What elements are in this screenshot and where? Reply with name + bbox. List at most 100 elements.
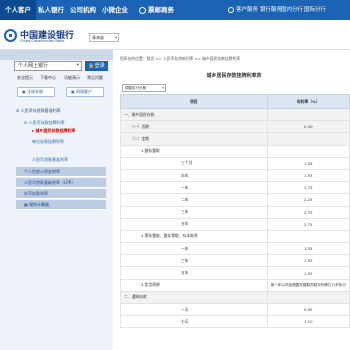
menu-lpr[interactable]: 人民币贷款基础利率（LPR）	[16, 178, 106, 188]
row-item-cell: 半年	[120, 168, 268, 183]
table-row: 1.整存整取	[120, 144, 350, 158]
row-item-cell: 一、城乡居民存款	[120, 107, 268, 122]
table-row: 半年 1.55	[120, 168, 350, 183]
ticket-icon	[139, 6, 146, 14]
row-rate-cell	[266, 290, 350, 305]
ccb-logo-icon[interactable]	[4, 29, 17, 42]
row-rate-cell	[266, 132, 350, 146]
register-button[interactable]: ▣ 注册关联	[17, 87, 55, 97]
nav-business-ticket-label: 票邮商务	[148, 6, 174, 14]
row-item-cell: 2.零存整取、整存零取、存本取息	[120, 229, 268, 244]
login-button[interactable]: 🔒登录	[85, 61, 108, 71]
nav-bank-service[interactable]: 银行服务	[260, 0, 282, 20]
row-item-cell: 五年	[120, 217, 268, 231]
register-label: 注册关联	[27, 89, 44, 94]
nav-international-branch[interactable]: 国际分行	[304, 0, 326, 20]
download-center-link[interactable]: 下载中心	[40, 75, 56, 81]
row-item-cell: 三个月	[120, 156, 268, 170]
adjust-date-select[interactable]: 调整执行日期	[122, 84, 166, 92]
table-row: 一、城乡居民存款	[120, 107, 350, 122]
nav-customer-service-label: 客户服务	[236, 7, 259, 13]
breadcrumb: 您所在的位置：首页 >> 人民币存贷款利率 >> 城乡居民存款挂牌利率	[120, 56, 241, 61]
menu-deposit-rate-label: 人民币存款挂牌利率	[28, 120, 65, 125]
table-row: 三年 2.75	[120, 205, 350, 219]
login-type-select[interactable]: 个人网上银行	[14, 61, 82, 71]
table-row: 2.零存整取、整存零取、存本取息	[120, 229, 350, 244]
row-rate-cell: 1.35	[266, 242, 350, 256]
faq-link[interactable]: 常见问题	[87, 75, 103, 81]
row-rate-cell	[266, 144, 350, 158]
table-row: 一天 0.55	[120, 302, 350, 317]
menu-household-deposit-rate[interactable]: ▸ 城乡居民存款挂牌利率	[16, 126, 106, 136]
menu-household-deposit-rate-label: 城乡居民存款挂牌利率	[35, 128, 76, 133]
row-rate-cell: 1.55	[266, 254, 350, 268]
row-rate-cell: 1.55	[266, 266, 350, 280]
nav-business-ticket[interactable]: 票邮商务	[139, 0, 174, 20]
row-rate-cell: 2.75	[266, 217, 350, 231]
row-item-cell: 1.整存整取	[120, 144, 268, 158]
row-item-cell: 二、通知存款	[120, 290, 268, 305]
menu-rmb-base-rate-label: 人民币存贷款基准利率	[20, 108, 61, 113]
table-row: 五年 1.55	[120, 266, 350, 280]
row-item-cell: 三年	[120, 254, 268, 268]
row-rate-cell: 2.75	[266, 205, 350, 219]
person-icon	[228, 6, 234, 13]
row-rate-cell: 0.55	[266, 302, 350, 317]
rate-table-body: 一、城乡居民存款 （一）活期 0.30 （二）定期 1.整存整取 三个月 1.35 半年 1.5…	[120, 107, 350, 329]
certificate-label: 网银客户	[76, 89, 93, 94]
table-row: （二）定期	[120, 132, 350, 146]
page-title: 城乡居民存款挂牌利率表	[206, 73, 262, 79]
nav-personal[interactable]: 个人客户	[0, 0, 36, 20]
table-row: 五年 2.75	[120, 217, 350, 231]
row-rate-cell: 按一年以内定期整存整取同档次利率打六折执行	[266, 278, 350, 292]
table-row: 一年 1.35	[120, 242, 350, 256]
sidebar-top-band	[0, 50, 113, 60]
certificate-button[interactable]: ▣ 网银客户	[66, 87, 104, 97]
menu-finance-calculator[interactable]: ▦ 理财计算器	[16, 200, 106, 210]
table-row: 二年 2.25	[120, 193, 350, 207]
row-item-cell: 3.定活两便	[120, 278, 268, 292]
demo-link[interactable]: 功能演示	[64, 75, 80, 81]
logo-english-text: China Construction Bank	[20, 39, 65, 43]
table-row: （一）活期 0.30	[120, 120, 350, 134]
table-row: 二、通知存款	[120, 290, 350, 305]
nav-private-banking[interactable]: 私人银行	[38, 0, 64, 20]
menu-housing-fund-rate[interactable]: 个人住房公积金利率	[16, 167, 106, 177]
row-item-cell: （二）定期	[120, 132, 268, 146]
row-item-cell: 五年	[120, 266, 268, 280]
row-item-cell: 一年	[120, 181, 268, 195]
menu-loan-base-rate[interactable]: 人民币贷款基准利率	[16, 155, 106, 165]
row-item-cell: 三年	[120, 205, 268, 219]
row-rate-cell: 1.35	[266, 156, 350, 170]
column-header-rate: 年利率（%）	[266, 94, 350, 109]
menu-rmb-base-rate[interactable]: ⊟ 人民币存贷款基准利率	[16, 106, 106, 116]
security-tips-link[interactable]: 安全提示	[17, 75, 33, 81]
rate-table: 项目 年利率（%） 一、城乡居民存款 （一）活期 0.30 （二）定期 1.整存整取 三个…	[120, 94, 350, 329]
row-rate-cell: 1.10	[266, 315, 350, 329]
row-item-cell: 一天	[120, 302, 268, 317]
login-button-label: 登录	[94, 63, 105, 69]
column-header-item: 项目	[120, 94, 268, 109]
table-row: 一年 1.75	[120, 181, 350, 195]
menu-unit-deposit-rate[interactable]: 单位存款挂牌利率	[16, 137, 106, 147]
row-item-cell: 七天	[120, 315, 268, 329]
table-row: 3.定活两便 按一年以内定期整存整取同档次利率打六折执行	[120, 278, 350, 292]
table-row: 七天 1.10	[120, 315, 350, 329]
menu-finance-calculator-label: 理财计算器	[29, 202, 50, 207]
row-rate-cell: 1.55	[266, 168, 350, 183]
row-rate-cell: 1.75	[266, 181, 350, 195]
row-rate-cell: 0.30	[266, 120, 350, 134]
row-item-cell: （一）活期	[120, 120, 268, 134]
nav-corporate[interactable]: 公司机构	[70, 0, 96, 20]
menu-foreign-deposit-rate[interactable]: 外币存款利率	[16, 189, 106, 199]
row-rate-cell: 2.25	[266, 193, 350, 207]
top-navigation-bar: 个人客户 私人银行 公司机构 小微企业 票邮商务 客户服务 银行服务 国内分行 …	[0, 0, 350, 20]
row-item-cell: 二年	[120, 193, 268, 207]
nav-customer-service[interactable]: 客户服务	[228, 0, 258, 20]
city-select[interactable]: 青海省	[89, 33, 119, 42]
row-item-cell: 一年	[120, 242, 268, 256]
nav-domestic-branch[interactable]: 国内分行	[281, 0, 303, 20]
nav-small-business[interactable]: 小微企业	[102, 0, 128, 20]
row-rate-cell	[266, 229, 350, 244]
table-row: 三年 1.55	[120, 254, 350, 268]
